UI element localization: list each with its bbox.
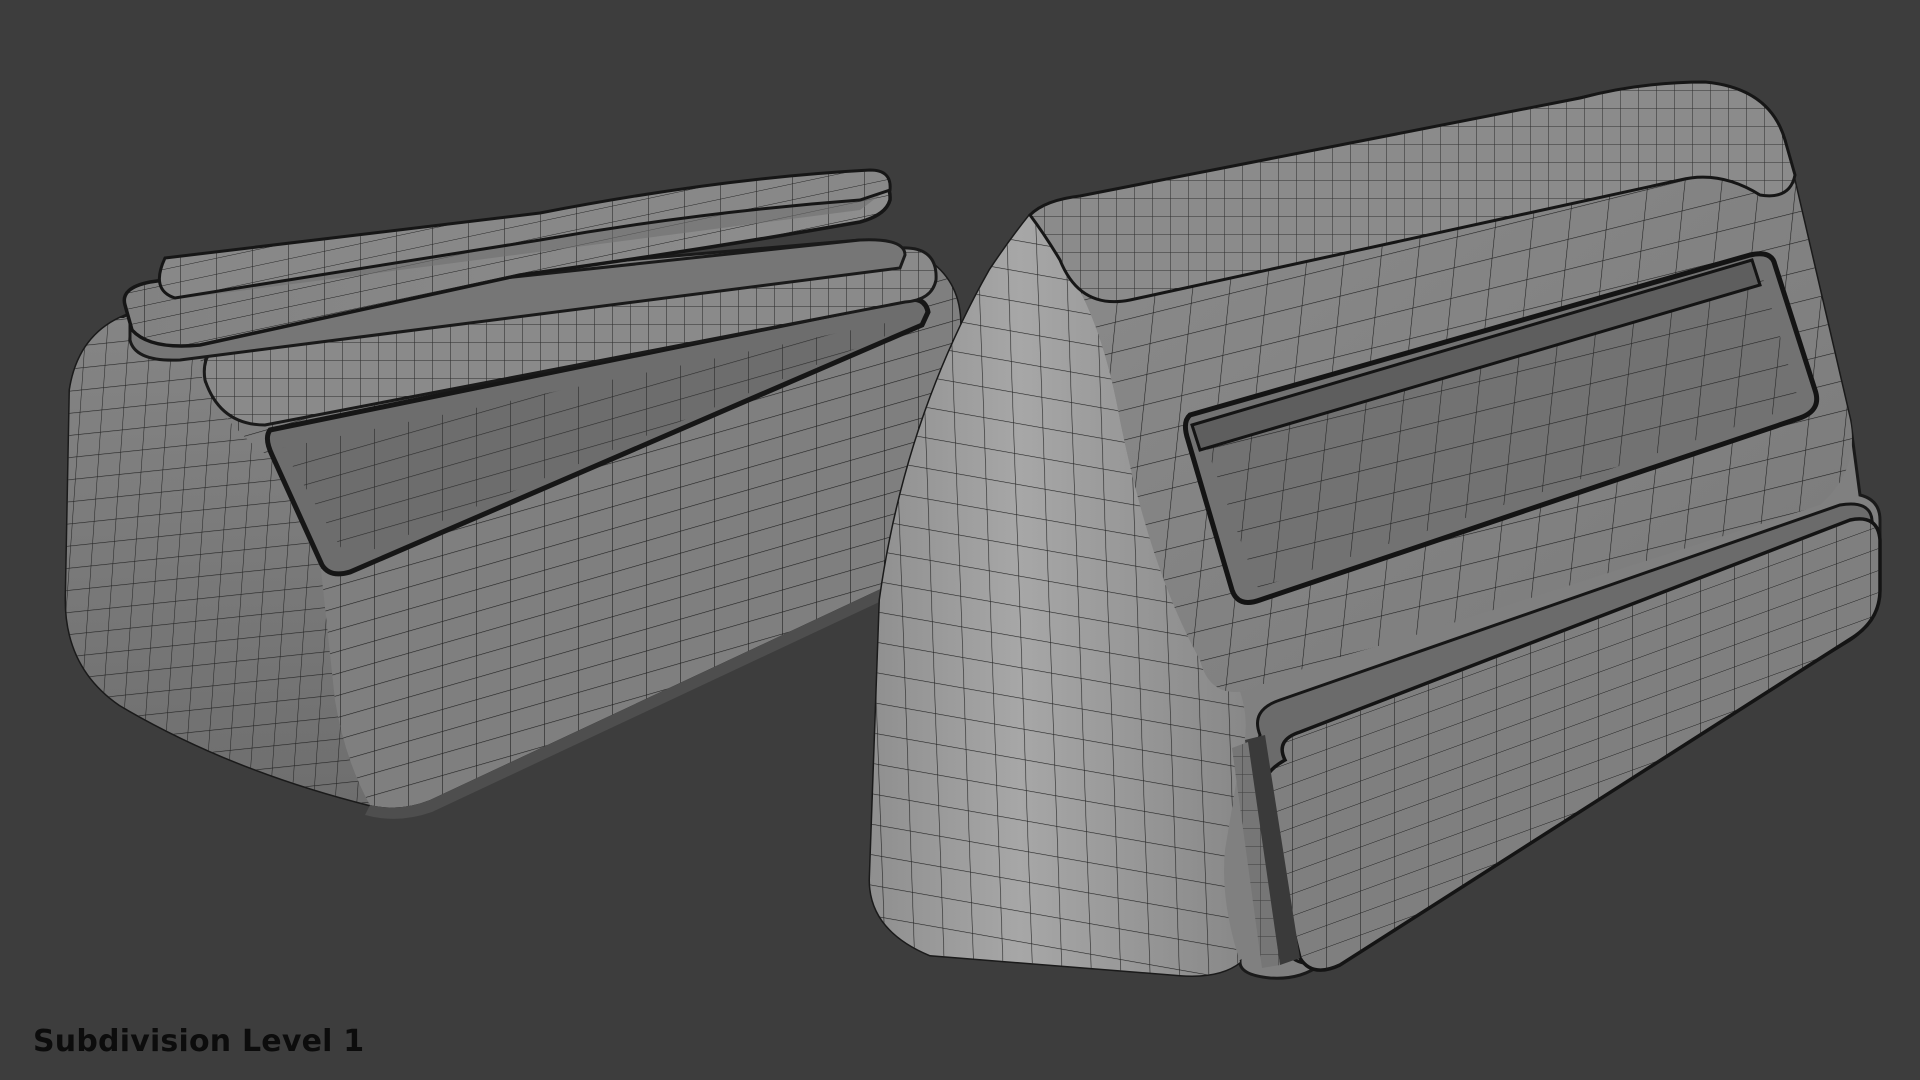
left-console-mesh[interactable] <box>64 168 962 819</box>
3d-viewport[interactable]: Subdivision Level 1 <box>0 0 1920 1080</box>
subdivision-level-label: Subdivision Level 1 <box>33 1024 365 1059</box>
viewport-scene <box>64 80 1882 980</box>
right-console-mesh[interactable] <box>868 80 1882 980</box>
